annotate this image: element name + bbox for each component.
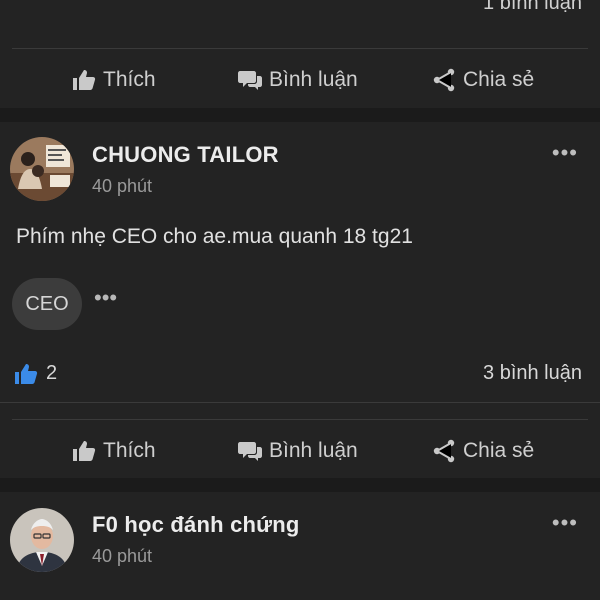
comment-bubble-icon: [238, 71, 262, 90]
ellipsis-icon[interactable]: •••: [552, 512, 578, 534]
post-time: 40 phút: [92, 546, 153, 566]
action-bar: Thích Bình luận Chia sẻ: [0, 426, 600, 476]
author-name[interactable]: CHUONG TAILOR: [92, 142, 279, 168]
avatar[interactable]: [10, 508, 74, 572]
ellipsis-icon[interactable]: •••: [94, 287, 117, 309]
like-count-value: 2: [46, 362, 58, 384]
post-card: CHUONG TAILOR 40 phút ••• Phím nhẹ CEO c…: [0, 122, 600, 478]
author-name[interactable]: F0 học đánh chứng: [92, 512, 300, 538]
share-icon: [433, 68, 455, 92]
share-label: Chia sẻ: [463, 439, 535, 462]
like-button[interactable]: Thích: [72, 68, 156, 92]
comment-button[interactable]: Bình luận: [238, 439, 358, 463]
ellipsis-icon[interactable]: •••: [552, 142, 578, 164]
avatar[interactable]: [10, 137, 74, 201]
comments-count[interactable]: 1 bình luận: [483, 0, 582, 15]
thumbs-up-icon: [73, 441, 96, 461]
comment-label: Bình luận: [269, 439, 358, 462]
like-count[interactable]: 2: [14, 362, 57, 385]
divider: [12, 48, 588, 49]
share-label: Chia sẻ: [463, 68, 535, 91]
share-icon: [433, 439, 455, 463]
divider: [12, 419, 588, 420]
comment-button[interactable]: Bình luận: [238, 68, 358, 92]
like-button[interactable]: Thích: [72, 439, 156, 463]
comment-bubble-icon: [238, 442, 262, 461]
share-button[interactable]: Chia sẻ: [432, 439, 534, 463]
comment-label: Bình luận: [269, 68, 358, 91]
thumbs-up-icon: [73, 70, 96, 90]
thumbs-up-icon: [15, 363, 38, 384]
like-label: Thích: [103, 68, 156, 91]
comments-count[interactable]: 3 bình luận: [483, 362, 582, 385]
like-label: Thích: [103, 439, 156, 462]
divider: [0, 402, 600, 403]
hashtag-chip[interactable]: CEO: [12, 278, 82, 330]
post-time: 40 phút: [92, 176, 153, 196]
post-card-previous: 1 bình luận Thích Bình luận Chia sẻ: [0, 0, 600, 108]
share-button[interactable]: Chia sẻ: [432, 68, 534, 92]
action-bar: Thích Bình luận Chia sẻ: [0, 55, 600, 105]
post-text: Phím nhẹ CEO cho ae.mua quanh 18 tg21: [16, 225, 413, 248]
post-card: F0 học đánh chứng 40 phút •••: [0, 492, 600, 600]
